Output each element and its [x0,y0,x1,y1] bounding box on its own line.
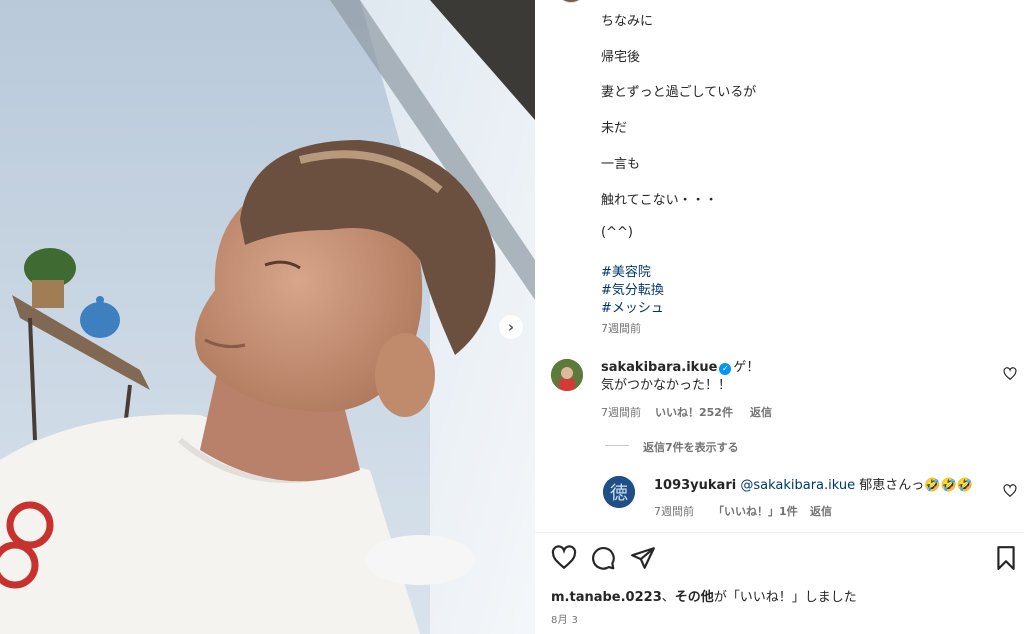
hashtag-link[interactable]: #気分転換 [601,279,664,298]
caption-time[interactable]: 7週間前 [601,320,641,336]
avatar-image: 徳 [603,476,635,508]
comment-likes[interactable]: 「いいね！」1件 [713,503,798,519]
reply-button[interactable]: 返信 [810,503,832,519]
svg-text:徳: 徳 [610,483,628,504]
heart-icon[interactable] [551,545,577,571]
comment-text: ゲ！ [733,360,760,375]
liker-username[interactable]: m.tanabe.0223 [551,590,662,605]
post-actions: m.tanabe.0223、その他が「いいね！」しました 8月 3 [535,533,1024,634]
reply-button[interactable]: 返信 [750,404,772,420]
post-details-panel: ちなみに 帰宅後 妻とずっと過ごしているが 未だ 一言も 触れてこない・・・ (… [535,0,1024,634]
comment-username[interactable]: sakakibara.ikue [601,360,717,375]
post-date[interactable]: 8月 3 [551,611,578,626]
bookmark-icon[interactable] [993,545,1019,571]
caption-line: ちなみに [601,14,654,29]
comment-text-line-2: 気がつかなかった！！ [601,378,732,393]
comment-line-1: sakakibara.ikue ✓ ゲ！ [601,359,759,377]
comments-scroll-area[interactable]: ちなみに 帰宅後 妻とずっと過ごしているが 未だ 一言も 触れてこない・・・ (… [535,0,1024,532]
caption-line: 一言も [601,157,641,172]
comment-text: 郁恵さんっ🤣🤣🤣 [859,478,973,493]
comment-username[interactable]: 1093yukari [654,478,736,493]
comment-time[interactable]: 7週間前 [654,503,694,519]
post-photo: › [0,0,535,634]
comment-likes[interactable]: いいね！252件 [655,404,733,420]
caption-line: 妻とずっと過ごしているが [601,85,757,100]
chevron-right-icon: › [507,317,515,336]
comment-icon[interactable] [590,545,616,571]
avatar[interactable] [551,359,583,391]
avatar-image [551,359,583,391]
caption-line: 帰宅後 [601,50,641,65]
heart-icon[interactable] [1003,367,1017,381]
caption-line: (^^) [601,225,633,240]
paper-plane-icon[interactable] [630,545,656,571]
mention-link[interactable]: @sakakibara.ikue [740,478,855,493]
hashtag-link[interactable]: #メッシュ [601,297,664,316]
caption-line: 触れてこない・・・ [601,193,718,208]
caption-line: 未だ [601,121,628,136]
heart-icon[interactable] [1003,484,1017,498]
reply-comment-line: 1093yukari @sakakibara.ikue 郁恵さんっ🤣🤣🤣 [654,477,973,495]
next-photo-button[interactable]: › [499,315,523,339]
avatar[interactable]: 徳 [603,476,635,508]
portrait-photo [0,0,535,634]
author-avatar[interactable] [555,0,587,3]
others-link[interactable]: その他 [675,590,714,605]
comment-time[interactable]: 7週間前 [601,404,641,420]
verified-badge-icon: ✓ [719,363,732,375]
likes-summary: m.tanabe.0223、その他が「いいね！」しました [551,590,857,605]
hashtag-link[interactable]: #美容院 [601,261,651,280]
view-replies-button[interactable]: 返信7件を表示する [643,439,739,455]
replies-divider [605,445,629,446]
